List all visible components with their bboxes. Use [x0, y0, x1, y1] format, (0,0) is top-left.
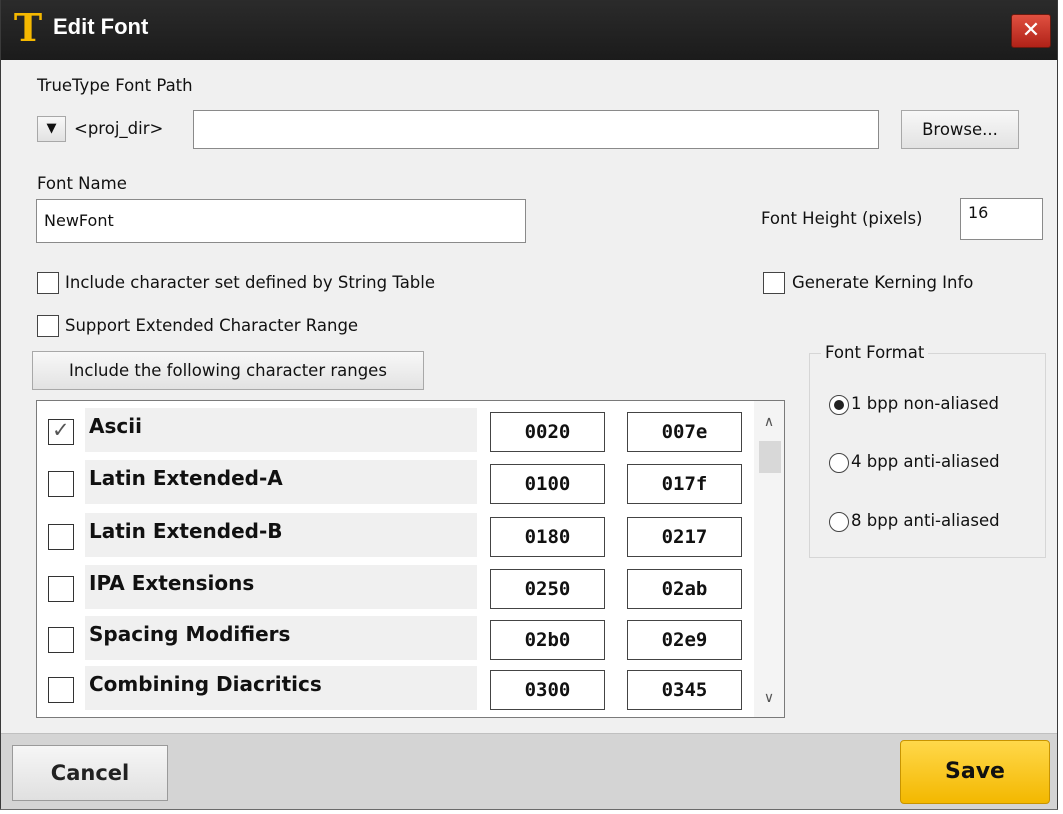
- range-start-input[interactable]: 0250: [490, 569, 605, 609]
- range-row-combining-diacritics: Combining Diacritics 0300 0345: [37, 664, 753, 716]
- range-name: Latin Extended-B: [85, 513, 477, 557]
- range-checkbox-combining-diacritics[interactable]: [48, 677, 74, 703]
- range-checkbox-latin-extended-b[interactable]: [48, 524, 74, 550]
- scrollbar-thumb[interactable]: [759, 441, 781, 473]
- range-end-input[interactable]: 0345: [627, 670, 742, 710]
- range-row-ascii: Ascii 0020 007e: [37, 406, 753, 458]
- range-start-input[interactable]: 0100: [490, 464, 605, 504]
- font-t-icon: T: [13, 5, 43, 50]
- font-name-input[interactable]: NewFont: [36, 199, 526, 243]
- title-bar[interactable]: T Edit Font ✕: [1, 0, 1057, 60]
- range-row-latin-extended-a: Latin Extended-A 0100 017f: [37, 458, 753, 510]
- edit-font-dialog: T Edit Font ✕ TrueType Font Path ▼ <proj…: [0, 0, 1058, 810]
- range-row-latin-extended-b: Latin Extended-B 0180 0217: [37, 511, 753, 563]
- generate-kerning-label: Generate Kerning Info: [792, 273, 974, 292]
- range-start-input[interactable]: 0020: [490, 412, 605, 452]
- radio-4bpp[interactable]: [829, 453, 849, 473]
- dialog-footer: Cancel Save: [1, 733, 1057, 809]
- range-end-input[interactable]: 02e9: [627, 620, 742, 660]
- close-button[interactable]: ✕: [1011, 14, 1051, 48]
- range-row-ipa-extensions: IPA Extensions 0250 02ab: [37, 563, 753, 615]
- cancel-button[interactable]: Cancel: [12, 745, 168, 801]
- dialog-title: Edit Font: [53, 14, 149, 39]
- save-button[interactable]: Save: [900, 740, 1050, 804]
- range-name: Spacing Modifiers: [85, 616, 477, 660]
- scroll-up-icon[interactable]: ∧: [754, 409, 784, 435]
- close-icon: ✕: [1021, 18, 1041, 43]
- range-name: Ascii: [85, 408, 477, 452]
- range-checkbox-spacing-modifiers[interactable]: [48, 627, 74, 653]
- range-start-input[interactable]: 02b0: [490, 620, 605, 660]
- font-path-label: TrueType Font Path: [37, 76, 193, 95]
- support-extended-checkbox[interactable]: [37, 315, 59, 337]
- font-format-title: Font Format: [821, 343, 929, 362]
- range-start-input[interactable]: 0180: [490, 517, 605, 557]
- radio-1bpp[interactable]: [829, 395, 849, 415]
- radio-4bpp-label: 4 bpp anti-aliased: [851, 452, 1000, 471]
- range-name: Latin Extended-A: [85, 460, 477, 504]
- font-height-label: Font Height (pixels): [761, 209, 923, 228]
- font-path-input[interactable]: [193, 110, 879, 149]
- generate-kerning-checkbox[interactable]: [763, 272, 785, 294]
- include-string-table-label: Include character set defined by String …: [65, 273, 436, 292]
- range-checkbox-ascii[interactable]: [48, 418, 74, 445]
- path-dropdown-button[interactable]: ▼: [37, 116, 66, 142]
- range-end-input[interactable]: 0217: [627, 517, 742, 557]
- font-height-input[interactable]: 16: [960, 198, 1043, 240]
- include-ranges-button[interactable]: Include the following character ranges: [32, 351, 424, 390]
- range-start-input[interactable]: 0300: [490, 670, 605, 710]
- range-end-input[interactable]: 017f: [627, 464, 742, 504]
- dropdown-arrow-icon: ▼: [46, 121, 57, 136]
- proj-dir-prefix: <proj_dir>: [74, 119, 164, 138]
- support-extended-label: Support Extended Character Range: [65, 316, 359, 335]
- browse-button[interactable]: Browse...: [901, 110, 1019, 149]
- range-name: IPA Extensions: [85, 565, 477, 609]
- range-end-input[interactable]: 007e: [627, 412, 742, 452]
- scroll-down-icon[interactable]: ∨: [754, 685, 784, 711]
- character-range-list[interactable]: Ascii 0020 007e Latin Extended-A 0100 01…: [36, 400, 785, 718]
- range-name: Combining Diacritics: [85, 666, 477, 710]
- font-name-label: Font Name: [37, 174, 127, 193]
- range-end-input[interactable]: 02ab: [627, 569, 742, 609]
- radio-8bpp-label: 8 bpp anti-aliased: [851, 511, 1000, 530]
- radio-8bpp[interactable]: [829, 512, 849, 532]
- range-checkbox-latin-extended-a[interactable]: [48, 471, 74, 497]
- range-row-spacing-modifiers: Spacing Modifiers 02b0 02e9: [37, 614, 753, 666]
- radio-1bpp-label: 1 bpp non-aliased: [851, 394, 999, 413]
- include-string-table-checkbox[interactable]: [37, 272, 59, 294]
- range-checkbox-ipa-extensions[interactable]: [48, 576, 74, 602]
- range-list-scrollbar[interactable]: ∧ ∨: [754, 401, 784, 717]
